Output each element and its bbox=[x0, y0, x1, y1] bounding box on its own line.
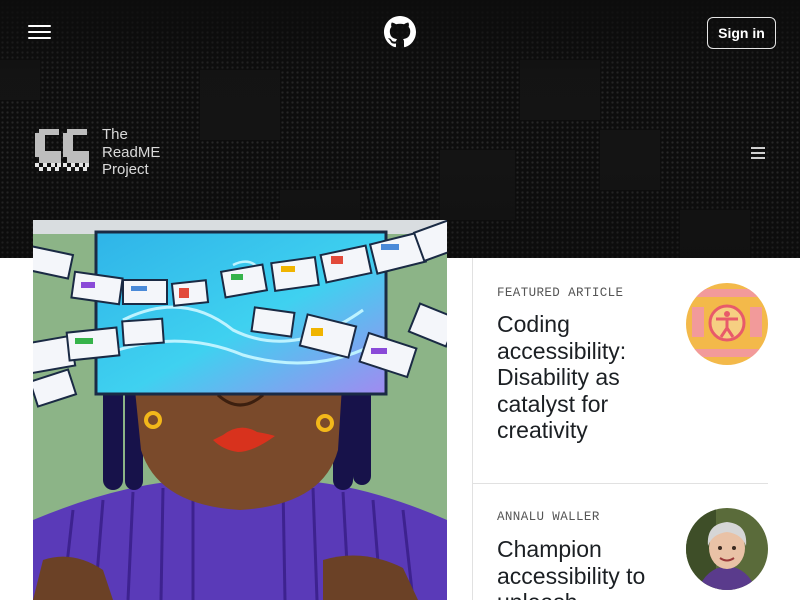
section-menu-icon[interactable] bbox=[751, 147, 765, 159]
column-divider bbox=[472, 258, 473, 600]
hero-illustration[interactable] bbox=[33, 220, 447, 600]
wordmark-line: The bbox=[102, 126, 128, 143]
accessibility-icon bbox=[686, 283, 768, 365]
page: Sign in The ReadME Project FEATURED ARTI… bbox=[0, 0, 800, 600]
wordmark-line: Project bbox=[102, 161, 149, 178]
article-title-link[interactable]: Champion accessibility to unleash bbox=[497, 536, 677, 600]
portrait-photo bbox=[686, 508, 768, 590]
annalu-waller-portrait[interactable] bbox=[686, 508, 768, 590]
top-navigation-bar: Sign in bbox=[0, 0, 800, 66]
wordmark-line: ReadME bbox=[102, 143, 161, 161]
github-mark-icon[interactable] bbox=[384, 16, 416, 48]
readme-quote-logo[interactable] bbox=[33, 127, 93, 175]
article-divider bbox=[472, 483, 768, 484]
article-title-link[interactable]: Coding accessibility: Disability as cata… bbox=[497, 311, 677, 444]
illustration-woman-with-screen-over-eyes bbox=[33, 220, 447, 600]
accessibility-symbol-thumbnail[interactable] bbox=[686, 283, 768, 365]
article-kicker: FEATURED ARTICLE bbox=[497, 286, 624, 300]
readme-project-wordmark[interactable]: The ReadME Project bbox=[102, 126, 160, 179]
article-kicker: ANNALU WALLER bbox=[497, 510, 600, 524]
hamburger-menu-icon[interactable] bbox=[28, 25, 51, 40]
sign-in-button[interactable]: Sign in bbox=[707, 17, 776, 49]
